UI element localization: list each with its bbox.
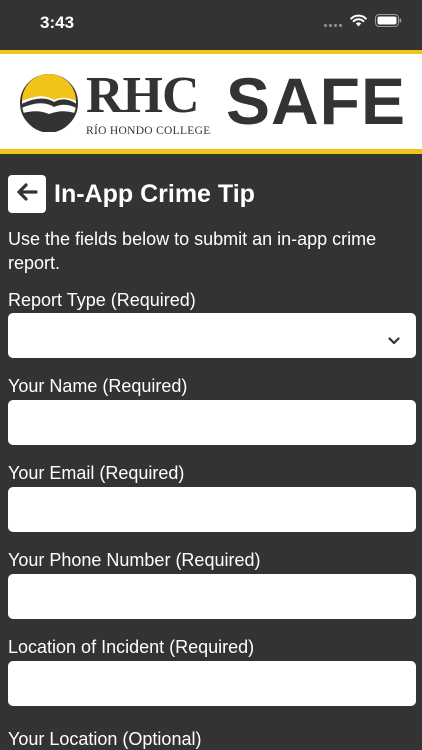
your-location-label: Your Location (Optional) bbox=[8, 729, 202, 749]
logo-wordmark: RHC bbox=[86, 67, 200, 124]
college-logo-icon bbox=[20, 74, 78, 137]
wifi-icon bbox=[350, 14, 367, 27]
phone-input[interactable] bbox=[8, 574, 416, 619]
status-time: 3:43 bbox=[40, 13, 75, 32]
report-type-label: Report Type (Required) bbox=[8, 290, 196, 310]
chevron-down-icon bbox=[388, 330, 400, 350]
intro-text: Use the fields below to submit an in-app… bbox=[8, 229, 377, 273]
brand-name: SAFE bbox=[226, 64, 407, 138]
email-label: Your Email (Required) bbox=[8, 463, 185, 483]
name-label: Your Name (Required) bbox=[8, 376, 188, 396]
page-title: In-App Crime Tip bbox=[54, 180, 255, 208]
phone-label: Your Phone Number (Required) bbox=[8, 550, 261, 570]
email-input[interactable] bbox=[8, 487, 416, 532]
cellular-signal-icon bbox=[324, 15, 342, 27]
incident-location-input[interactable] bbox=[8, 661, 416, 706]
incident-location-label: Location of Incident (Required) bbox=[8, 637, 255, 657]
arrow-left-icon bbox=[16, 182, 38, 206]
battery-icon bbox=[375, 14, 402, 27]
status-icons bbox=[324, 14, 402, 27]
back-button[interactable] bbox=[8, 175, 46, 213]
name-input[interactable] bbox=[8, 400, 416, 445]
report-type-select[interactable] bbox=[8, 313, 416, 358]
header-banner: RHC RÍO HONDO COLLEGE SAFE bbox=[0, 50, 422, 154]
status-bar: 3:43 bbox=[0, 0, 422, 50]
college-name: RÍO HONDO COLLEGE bbox=[86, 125, 211, 137]
